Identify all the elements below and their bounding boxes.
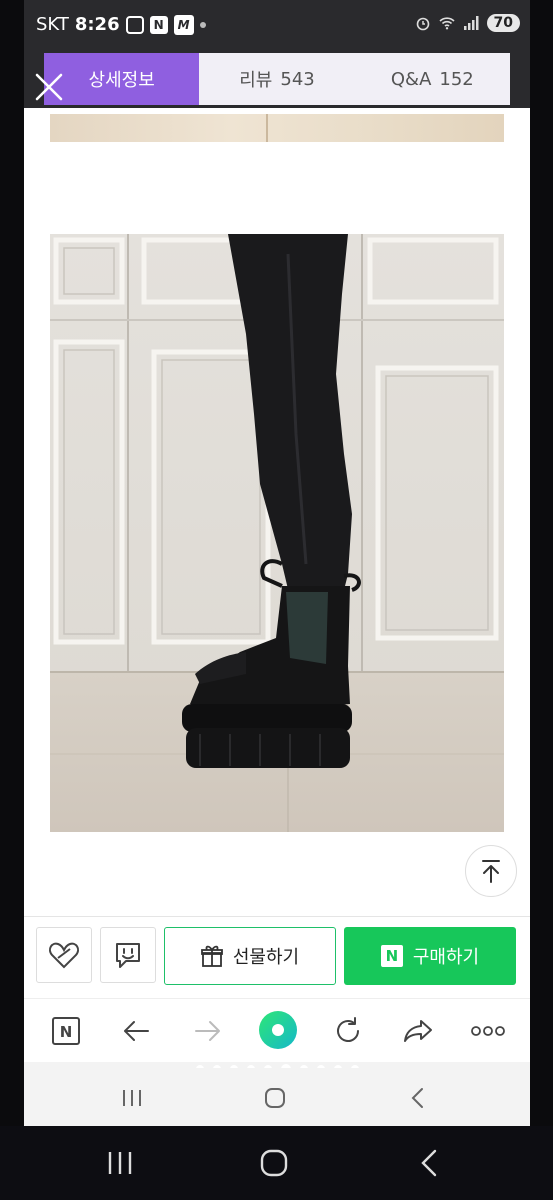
device-navigation-bar (0, 1126, 553, 1200)
more-icon (471, 1026, 505, 1036)
buy-button-label: 구매하기 (412, 947, 480, 968)
tab-count: 152 (439, 68, 474, 90)
share-arrow-icon (404, 1020, 432, 1042)
heart-share-icon (48, 942, 80, 969)
arrow-up-icon (482, 860, 500, 883)
status-right: 70 (415, 14, 520, 32)
tab-label: 상세정보 (88, 70, 155, 91)
home-icon[interactable] (259, 1148, 289, 1178)
inner-navigation-bar (24, 1068, 530, 1126)
status-left: SKT 8:26 N M (36, 14, 206, 35)
naver-pay-badge: N (380, 945, 403, 967)
gift-button[interactable]: 선물하기 (164, 927, 336, 985)
green-dot-icon (259, 1011, 297, 1049)
clock: 8:26 (74, 14, 120, 35)
nav-back-icon[interactable] (418, 1148, 440, 1178)
detail-tab-bar: 상세정보 리뷰 543 Q&A 152 (44, 53, 510, 105)
product-photo (50, 234, 504, 832)
forward-arrow-icon (195, 1021, 220, 1041)
screenshot-icon (125, 15, 144, 34)
naver-home-button[interactable]: N (48, 1013, 84, 1049)
refresh-icon (337, 1017, 359, 1042)
status-bar: SKT 8:26 N M 70 (24, 0, 530, 46)
signal-icon (463, 16, 479, 30)
home-button[interactable] (259, 1082, 291, 1114)
tab-details[interactable]: 상세정보 (44, 53, 200, 105)
more-notifications-icon (199, 21, 206, 28)
talk-button[interactable] (100, 927, 156, 983)
more-menu-button[interactable] (470, 1013, 506, 1049)
strip-divider (266, 114, 268, 142)
purchase-action-bar: 선물하기 N 구매하기 (24, 916, 530, 999)
app-frame: SKT 8:26 N M 70 상세정보 리뷰 543 Q&A 152 선물하기… (24, 0, 530, 1126)
m-notification-icon: M (173, 14, 194, 35)
share-button[interactable] (400, 1013, 436, 1049)
carrier-label: SKT (36, 14, 69, 35)
product-detail-content (24, 108, 530, 916)
tab-count: 543 (280, 68, 315, 90)
buy-button[interactable]: N 구매하기 (344, 927, 516, 985)
forward-button[interactable] (190, 1013, 226, 1049)
tab-reviews[interactable]: 리뷰 543 (199, 53, 354, 105)
back-arrow-icon (124, 1021, 149, 1041)
alarm-icon (416, 17, 429, 31)
close-icon[interactable] (34, 72, 64, 102)
tab-label: Q&A (390, 68, 432, 90)
nav-back-button[interactable] (402, 1082, 434, 1114)
home-icon (265, 1088, 285, 1108)
battery-indicator: 70 (486, 14, 520, 32)
chat-icon (116, 943, 140, 968)
wishlist-button[interactable] (36, 927, 92, 983)
tab-label: 리뷰 (239, 70, 273, 91)
recent-apps-icon[interactable] (106, 1150, 134, 1176)
back-button[interactable] (118, 1013, 154, 1049)
naver-home-glyph: N (60, 1023, 73, 1041)
gift-icon (200, 945, 223, 967)
gift-button-label: 선물하기 (232, 947, 300, 968)
scroll-to-top-button[interactable] (465, 845, 517, 897)
recent-apps-button[interactable] (116, 1082, 148, 1114)
previous-image-strip (50, 114, 504, 142)
recent-apps-icon (123, 1090, 141, 1106)
naver-home-icon: N (52, 1017, 80, 1045)
browser-toolbar: N (24, 998, 530, 1063)
refresh-button[interactable] (330, 1013, 366, 1049)
nav-back-icon (411, 1088, 423, 1108)
green-dot-button[interactable] (257, 1009, 299, 1051)
tab-qna[interactable]: Q&A 152 (355, 53, 510, 105)
wifi-icon (438, 17, 455, 30)
naver-notification-icon: N (149, 15, 168, 34)
